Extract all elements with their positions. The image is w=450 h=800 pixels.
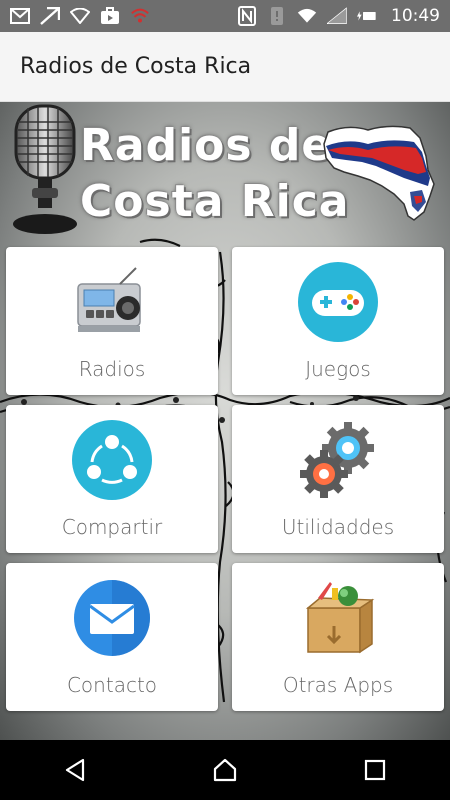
tile-compartir[interactable]: Compartir (6, 405, 218, 553)
tile-label: Otras Apps (282, 673, 394, 697)
navigation-bar (0, 740, 450, 800)
header-banner: Radios de Costa Rica (0, 102, 450, 242)
wifi-outline-icon (70, 6, 90, 26)
costa-rica-map-icon (323, 125, 435, 221)
app-title: Radios de Costa Rica (20, 54, 252, 79)
share-icon (72, 420, 152, 500)
gmail-icon (10, 6, 30, 26)
box-icon (305, 582, 375, 654)
clock: 10:49 (391, 6, 440, 26)
tile-label: Contacto (66, 673, 158, 697)
tile-label: Juegos (305, 357, 371, 381)
microphone-icon (13, 104, 77, 234)
gamepad-icon (298, 262, 378, 342)
tile-radios[interactable]: Radios (6, 247, 218, 395)
tile-utilidaddes[interactable]: Utilidaddes (232, 405, 444, 553)
home-icon[interactable] (195, 750, 255, 790)
briefcase-icon (100, 6, 120, 26)
battery-charging-icon (357, 6, 377, 26)
vibrate-icon (267, 6, 287, 26)
tile-label: Radios (78, 357, 146, 381)
recents-icon[interactable] (345, 750, 405, 790)
wifi-icon (297, 6, 317, 26)
radio-icon (77, 267, 141, 332)
tile-juegos[interactable]: Juegos (232, 247, 444, 395)
main-content: Radios de Costa Rica Radios Juegos Compa… (0, 102, 450, 740)
tile-contacto[interactable]: Contacto (6, 563, 218, 711)
status-bar: 10:49 (0, 0, 450, 32)
tile-otras-apps[interactable]: Otras Apps (232, 563, 444, 711)
tile-label: Compartir (61, 515, 163, 539)
signal-icon (327, 6, 347, 26)
gears-icon (300, 422, 374, 498)
nfc-icon (237, 6, 257, 26)
wifi-alert-icon (130, 6, 150, 26)
app-bar: Radios de Costa Rica (0, 32, 450, 102)
notification-arrow-icon (40, 6, 60, 26)
mail-icon (74, 580, 150, 656)
tile-label: Utilidaddes (281, 515, 395, 539)
back-icon[interactable] (45, 750, 105, 790)
